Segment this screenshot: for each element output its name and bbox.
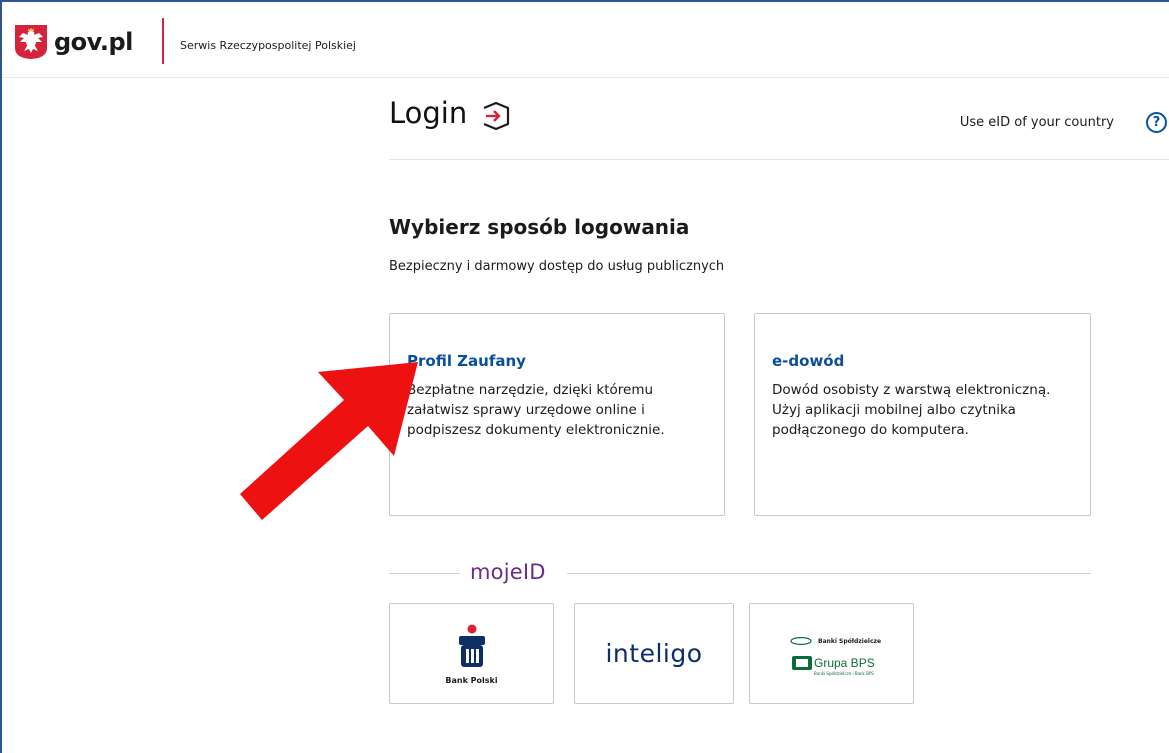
login-icon (483, 101, 510, 131)
red-annotation-arrow-icon (240, 362, 418, 520)
banki-spoldzielcze-label: Banki Spółdzielcze (818, 638, 882, 645)
e-dowod-title: e-dowód (772, 352, 845, 370)
mojeid-divider-left (389, 573, 460, 574)
profil-zaufany-title: Profil Zaufany (407, 352, 526, 370)
profil-zaufany-card[interactable]: Profil Zaufany Bezpłatne narzędzie, dzię… (389, 313, 725, 516)
login-method-heading: Wybierz sposób logowania (389, 215, 690, 239)
e-dowod-card[interactable]: e-dowód Dowód osobisty z warstwą elektro… (754, 313, 1091, 516)
login-method-subheading: Bezpieczny i darmowy dostęp do usług pub… (389, 259, 725, 274)
grupa-bps-label: Grupa BPS (814, 656, 875, 670)
header-divider (162, 18, 164, 64)
gov-pl-home-link[interactable]: gov.pl (14, 24, 133, 60)
title-divider (389, 159, 1169, 160)
pko-bank-polski-logo-icon (459, 624, 485, 667)
help-icon[interactable]: ? (1146, 112, 1167, 133)
inteligo-logo: inteligo (605, 639, 703, 668)
bank-polski-label: Bank Polski (445, 676, 498, 685)
grupa-bps-small-label: Banki Spółdzielcze i Bank BPS (814, 671, 874, 676)
mojeid-divider-right (567, 573, 1091, 574)
mojeid-logo: mojeID (470, 560, 546, 584)
site-header: gov.pl Serwis Rzeczypospolitej Polskiej (2, 2, 1169, 78)
profil-zaufany-description: Bezpłatne narzędzie, dzięki któremu zała… (407, 382, 665, 438)
header-service-name: Serwis Rzeczypospolitej Polskiej (180, 39, 356, 52)
inteligo-button[interactable]: inteligo (574, 603, 734, 704)
use-eid-link[interactable]: Use eID of your country (960, 115, 1114, 130)
logo-text: gov.pl (54, 28, 133, 56)
e-dowod-description: Dowód osobisty z warstwą elektroniczną. … (772, 382, 1051, 438)
login-title: Login (389, 96, 468, 130)
polish-emblem-icon (15, 25, 47, 59)
pko-bank-polski-button[interactable]: Bank Polski (389, 603, 554, 704)
grupa-bps-button[interactable]: Banki Spółdzielcze Grupa BPS Banki Spółd… (749, 603, 914, 704)
